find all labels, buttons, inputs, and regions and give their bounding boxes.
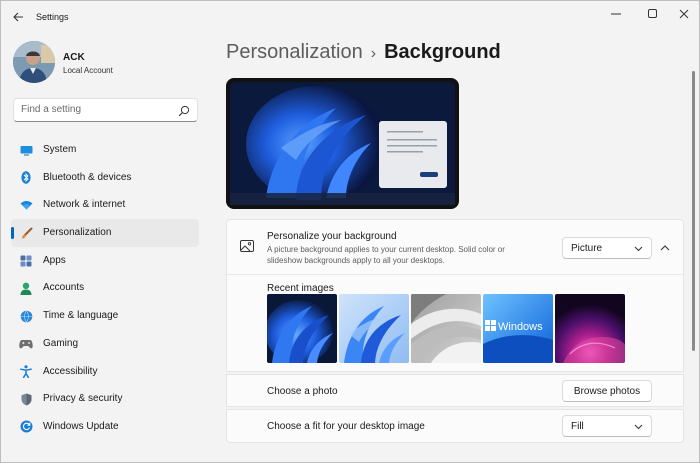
wifi-icon xyxy=(19,198,33,212)
choose-photo-label: Choose a photo xyxy=(267,386,338,397)
image-icon xyxy=(240,240,254,252)
recent-images-label: Recent images xyxy=(267,283,334,294)
sidebar-item-network[interactable]: Network & internet xyxy=(11,191,199,219)
profile-name: ACK xyxy=(63,52,85,63)
personalize-background-card: Personalize your background A picture ba… xyxy=(226,219,684,372)
background-type-dropdown[interactable]: Picture xyxy=(562,237,652,259)
back-arrow-icon[interactable] xyxy=(9,8,27,26)
sidebar-item-label: Gaming xyxy=(43,337,79,349)
sidebar-nav: System Bluetooth & devices Network & int… xyxy=(11,136,199,441)
sidebar-item-label: System xyxy=(43,144,77,155)
title-bar: Settings xyxy=(1,1,699,33)
page-title: Background xyxy=(384,41,501,63)
sidebar-item-time-language[interactable]: Time & language xyxy=(11,302,199,330)
recent-image-5[interactable] xyxy=(555,294,625,363)
fit-dropdown[interactable]: Fill xyxy=(562,415,652,437)
search-icon[interactable] xyxy=(178,105,190,117)
sidebar-item-privacy-security[interactable]: Privacy & security xyxy=(11,385,199,413)
search-box[interactable] xyxy=(13,98,198,122)
desktop-preview xyxy=(226,78,459,209)
sidebar-item-gaming[interactable]: Gaming xyxy=(11,330,199,358)
monitor-icon xyxy=(19,143,33,157)
scrollbar[interactable] xyxy=(692,71,695,351)
settings-window: Settings ACK Local Account Find a settin… xyxy=(0,0,700,463)
sidebar-item-label: Apps xyxy=(43,254,66,266)
app-title: Settings xyxy=(36,12,69,22)
divider xyxy=(227,274,683,275)
chevron-down-icon xyxy=(634,424,643,430)
choose-photo-row: Choose a photo Browse photos xyxy=(226,374,684,407)
recent-image-1[interactable] xyxy=(267,294,337,363)
sidebar-item-personalization[interactable]: Personalization xyxy=(11,219,199,247)
account-type: Local Account xyxy=(63,66,113,75)
sidebar-item-accessibility[interactable]: Accessibility xyxy=(11,358,199,386)
globe-clock-icon xyxy=(19,309,33,323)
avatar xyxy=(13,41,55,83)
choose-fit-row: Choose a fit for your desktop image Fill xyxy=(226,409,684,443)
breadcrumb-parent[interactable]: Personalization xyxy=(226,41,363,63)
maximize-icon[interactable] xyxy=(641,5,665,23)
breadcrumb-separator: › xyxy=(370,45,377,62)
preview-window xyxy=(379,121,447,188)
recent-image-4[interactable]: Windows xyxy=(483,294,553,363)
sidebar-item-label: Windows Update xyxy=(43,420,119,432)
personalize-description: A picture background applies to your cur… xyxy=(267,245,505,265)
update-icon xyxy=(19,420,33,434)
sidebar-item-label: Privacy & security xyxy=(43,393,123,405)
sidebar-item-windows-update[interactable]: Windows Update xyxy=(11,413,199,441)
sidebar-item-label: Accessibility xyxy=(43,365,98,377)
sidebar-item-label: Accounts xyxy=(43,282,85,294)
paintbrush-icon xyxy=(19,226,33,240)
chevron-down-icon xyxy=(634,246,643,252)
preview-wallpaper xyxy=(230,82,455,205)
breadcrumb: Personalization › Background xyxy=(226,41,501,64)
sidebar-item-label: Bluetooth & devices xyxy=(43,171,132,183)
minimize-icon[interactable] xyxy=(604,5,628,23)
recent-image-2[interactable] xyxy=(339,294,409,363)
apps-icon xyxy=(19,254,33,268)
dropdown-value: Fill xyxy=(571,421,584,432)
sidebar-item-accounts[interactable]: Accounts xyxy=(11,274,199,302)
close-icon[interactable] xyxy=(672,5,696,23)
browse-photos-button[interactable]: Browse photos xyxy=(562,380,652,402)
gamepad-icon xyxy=(19,337,33,351)
person-icon xyxy=(19,281,33,295)
sidebar-item-label: Personalization xyxy=(43,227,112,239)
chevron-up-icon[interactable] xyxy=(658,241,672,255)
sidebar-item-label: Network & internet xyxy=(43,199,126,211)
sidebar-item-system[interactable]: System xyxy=(11,136,199,164)
search-input[interactable] xyxy=(21,104,171,115)
personalize-title: Personalize your background xyxy=(267,231,397,242)
sidebar-item-label: Time & language xyxy=(43,310,119,322)
choose-fit-label: Choose a fit for your desktop image xyxy=(267,421,425,432)
accessibility-icon xyxy=(19,365,33,379)
shield-icon xyxy=(19,392,33,406)
sidebar-item-apps[interactable]: Apps xyxy=(11,247,199,275)
windows-logo-text: Windows xyxy=(498,321,543,333)
recent-image-3[interactable] xyxy=(411,294,481,363)
sidebar-item-bluetooth[interactable]: Bluetooth & devices xyxy=(11,164,199,192)
dropdown-value: Picture xyxy=(571,243,603,254)
bluetooth-icon xyxy=(19,171,33,185)
